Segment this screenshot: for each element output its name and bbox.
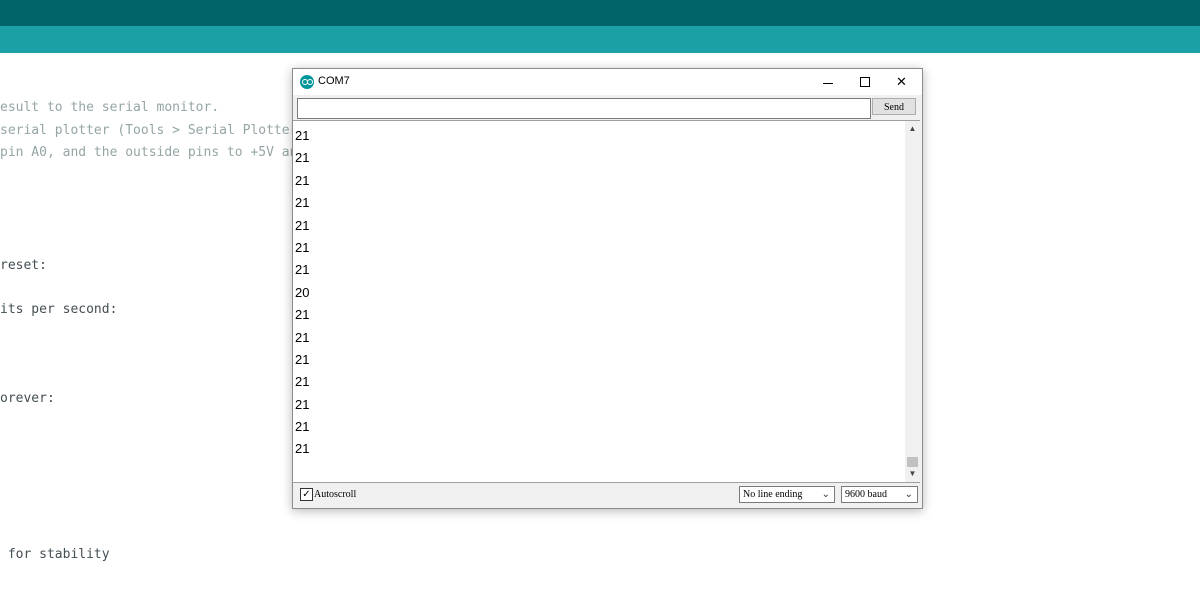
- autoscroll-label: Autoscroll: [314, 489, 357, 500]
- code-line: for stability: [0, 547, 110, 562]
- autoscroll-checkbox[interactable]: ✓: [300, 488, 313, 501]
- output-line: 21: [295, 351, 310, 367]
- code-line: serial plotter (Tools > Serial Plotter m: [0, 123, 314, 138]
- maximize-button[interactable]: [846, 69, 883, 95]
- close-icon: ✕: [896, 74, 907, 90]
- baud-rate-value: 9600 baud: [845, 489, 887, 500]
- vertical-scrollbar[interactable]: ▲ ▼: [905, 121, 920, 482]
- output-line: 21: [295, 128, 310, 143]
- scroll-down-icon[interactable]: ▼: [905, 468, 920, 480]
- line-ending-value: No line ending: [743, 489, 803, 500]
- minimize-button[interactable]: [809, 69, 846, 95]
- output-line: 21: [295, 172, 310, 188]
- serial-output[interactable]: 21 21 21 21 21 21 21 20 21 21 21 21 21 21 21 ▲ ▼: [293, 120, 920, 483]
- code-line: reset:: [0, 258, 47, 273]
- window-title: COM7: [318, 75, 350, 87]
- output-line: 21: [295, 195, 310, 211]
- scroll-thumb[interactable]: [907, 457, 918, 467]
- output-line: 21: [295, 329, 310, 345]
- close-button[interactable]: ✕: [883, 69, 920, 95]
- output-lines: 21 21 21 21 21 21 21 20 21 21 21 21 21 21 21: [295, 125, 309, 461]
- output-line: 21: [295, 307, 310, 323]
- baud-rate-select[interactable]: 9600 baud ⌄: [841, 486, 918, 503]
- ide-toolbar: [0, 0, 1200, 26]
- output-line: 20: [295, 284, 310, 300]
- minimize-icon: [822, 82, 833, 84]
- output-line: 21: [295, 150, 310, 166]
- arduino-logo-icon: [300, 75, 314, 89]
- output-line: 21: [295, 374, 310, 390]
- code-line: orever:: [0, 391, 55, 406]
- send-input[interactable]: [297, 98, 871, 119]
- output-line: 21: [295, 396, 310, 412]
- output-line: 21: [295, 419, 310, 435]
- title-bar[interactable]: COM7 ✕: [293, 69, 922, 95]
- output-line: 21: [295, 239, 310, 255]
- chevron-down-icon: ⌄: [904, 489, 913, 500]
- send-button[interactable]: Send: [872, 98, 916, 115]
- line-ending-select[interactable]: No line ending ⌄: [739, 486, 835, 503]
- output-line: 21: [295, 217, 310, 233]
- status-bar: ✓ Autoscroll No line ending ⌄ 9600 baud …: [293, 483, 922, 508]
- code-line: esult to the serial monitor.: [0, 100, 220, 115]
- chevron-down-icon: ⌄: [821, 489, 830, 500]
- code-line: pin A0, and the outside pins to +5V and: [0, 145, 306, 160]
- code-line: its per second:: [0, 302, 118, 317]
- maximize-icon: [859, 77, 870, 87]
- serial-monitor-window: COM7 ✕ Send 21 21 21 21 21 21 21 20 21 21 21 21 21 21…: [292, 68, 923, 509]
- scroll-up-icon[interactable]: ▲: [905, 123, 920, 135]
- ide-tab-bar: [0, 26, 1200, 53]
- output-line: 21: [295, 441, 310, 457]
- output-line: 21: [295, 262, 310, 278]
